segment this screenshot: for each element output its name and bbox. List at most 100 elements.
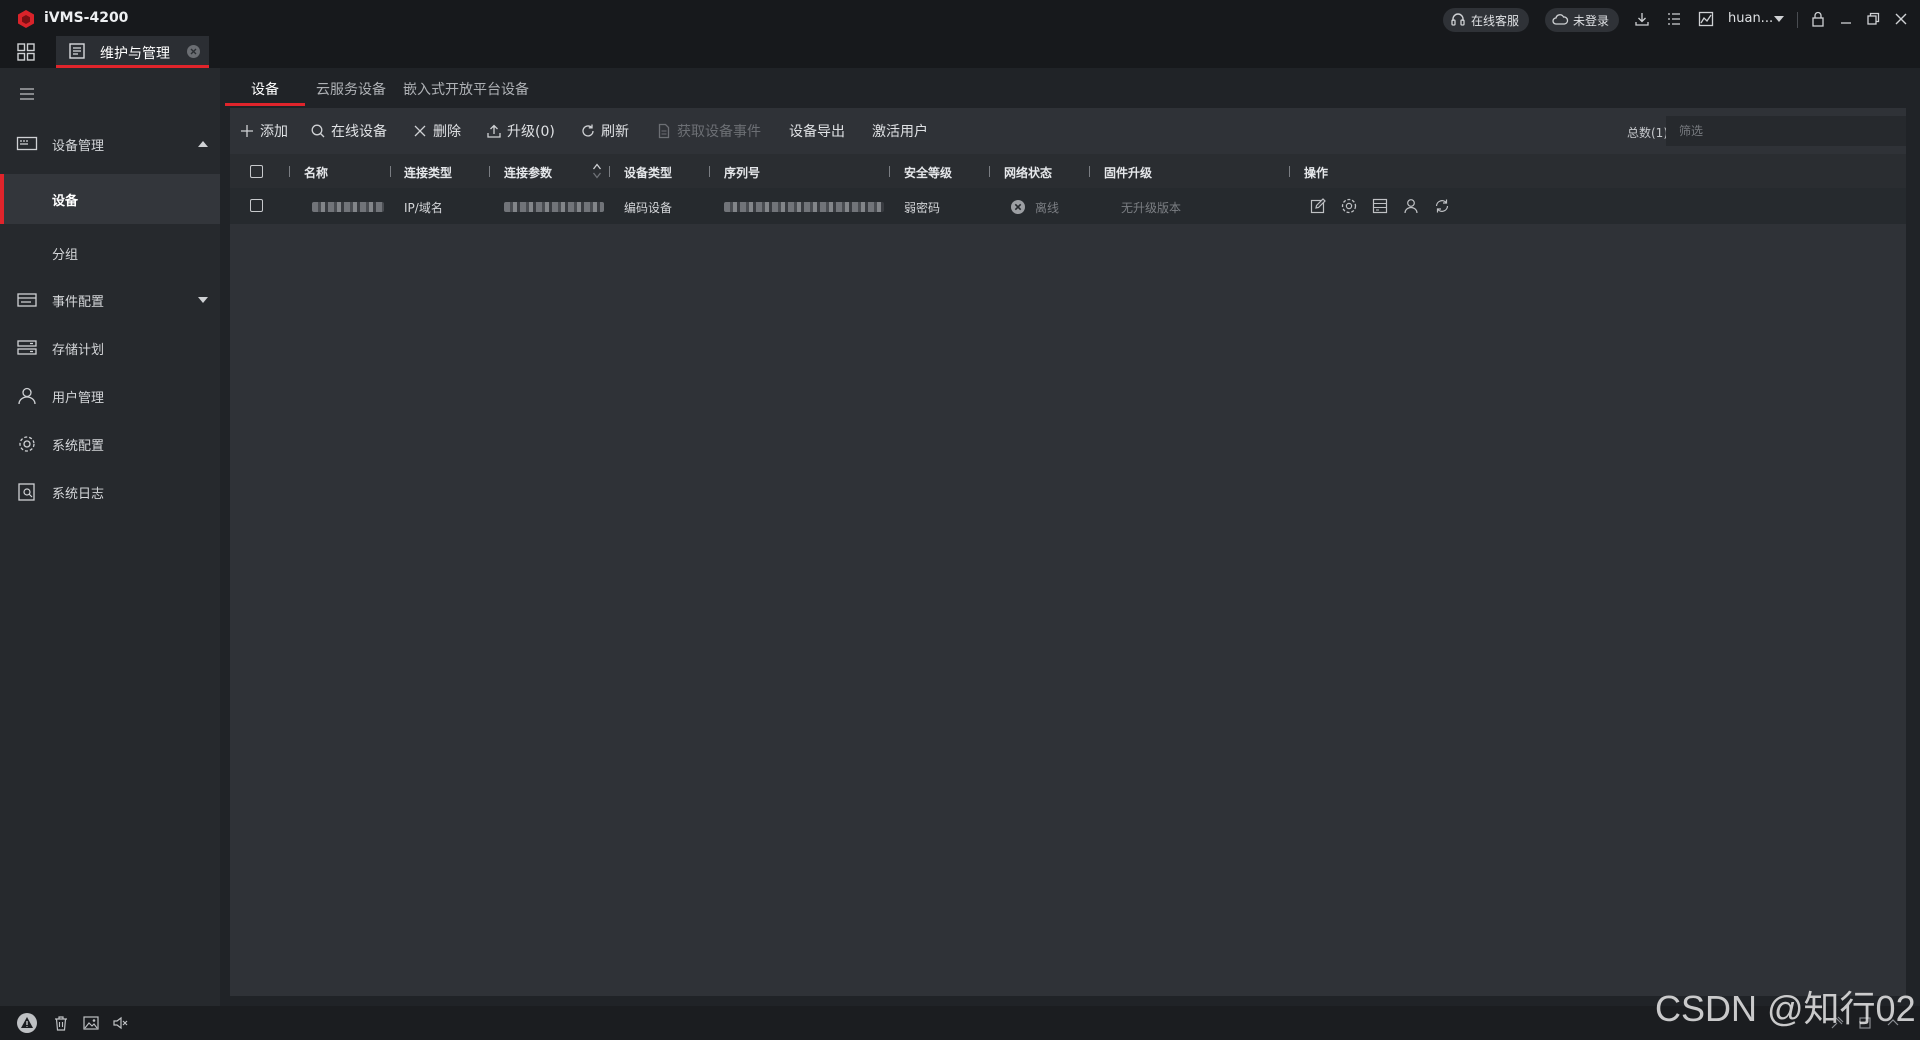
sidebar-item-system-config[interactable]: 系统配置 — [0, 422, 220, 466]
column-header-serial-number[interactable]: 序列号 — [724, 164, 760, 181]
restore-icon[interactable] — [1863, 9, 1883, 29]
sidebar-item-label: 设备 — [52, 194, 79, 209]
sidebar-item-system-log[interactable]: 系统日志 — [0, 470, 220, 514]
column-header-device-type[interactable]: 设备类型 — [624, 164, 672, 181]
user-icon[interactable] — [1402, 197, 1420, 215]
username-label[interactable]: huan... — [1728, 11, 1773, 26]
task-list-icon[interactable] — [1664, 9, 1684, 29]
sidebar-item-event-config[interactable]: 事件配置 — [0, 278, 220, 322]
upgrade-button[interactable]: 升级(0) — [486, 120, 555, 142]
device-management-icon — [16, 136, 38, 151]
column-header-connection-params[interactable]: 连接参数 — [504, 164, 552, 181]
column-header-security-level[interactable]: 安全等级 — [904, 164, 952, 181]
activate-user-label: 激活用户 — [872, 124, 928, 140]
sidebar-item-device[interactable]: 设备 — [0, 174, 220, 224]
offline-status-icon — [1011, 200, 1025, 214]
delete-button[interactable]: 删除 — [412, 120, 461, 142]
trash-icon[interactable] — [52, 1014, 70, 1032]
cell-device-type: 编码设备 — [624, 201, 673, 215]
tab-embedded-platform-device[interactable]: 嵌入式开放平台设备 — [403, 79, 529, 99]
column-header-name[interactable]: 名称 — [304, 164, 328, 181]
tab-device[interactable]: 设备 — [251, 79, 279, 99]
tab-strip — [0, 38, 1920, 68]
user-icon — [18, 387, 36, 405]
storage-icon — [17, 340, 37, 355]
column-header-firmware-upgrade[interactable]: 固件升级 — [1104, 164, 1152, 181]
download-icon[interactable] — [1632, 9, 1652, 29]
plus-icon — [241, 125, 253, 137]
column-divider — [1289, 166, 1290, 177]
row-checkbox[interactable] — [250, 199, 263, 212]
refresh-icon[interactable] — [1433, 197, 1451, 215]
remote-config-icon[interactable] — [1371, 197, 1389, 215]
expand-caret-icon[interactable] — [198, 297, 208, 303]
edit-icon[interactable] — [1309, 197, 1327, 215]
sidebar-item-storage-schedule[interactable]: 存储计划 — [0, 326, 220, 370]
cloud-login-button[interactable]: 未登录 — [1545, 8, 1620, 32]
table-row[interactable]: IP/域名 编码设备 弱密码 离线 无升级版本 — [230, 188, 1906, 224]
table-header: 名称 连接类型 连接参数 设备类型 序列号 安全等级 网络状态 固件升级 操作 — [230, 154, 1906, 188]
add-button[interactable]: 添加 — [239, 120, 288, 142]
sort-icon[interactable] — [592, 162, 602, 180]
sidebar-item-label: 系统日志 — [52, 487, 105, 502]
gear-icon[interactable] — [1340, 197, 1358, 215]
sidebar-item-label: 用户管理 — [52, 391, 105, 406]
tab-maintenance-management[interactable]: 维护与管理 — [56, 36, 209, 68]
lock-icon[interactable] — [1808, 9, 1828, 29]
app-title: iVMS-4200 — [44, 10, 129, 26]
column-header-network-status[interactable]: 网络状态 — [1004, 164, 1052, 181]
online-devices-button[interactable]: 在线设备 — [310, 120, 387, 142]
refresh-button[interactable]: 刷新 — [580, 120, 629, 142]
redacted-connection-params — [504, 202, 604, 212]
column-divider — [489, 166, 490, 177]
total-count: 总数(1) — [1627, 126, 1668, 140]
image-icon[interactable] — [82, 1014, 100, 1032]
redacted-serial-number — [724, 202, 884, 212]
user-dropdown-caret-icon[interactable] — [1774, 16, 1784, 22]
sidebar-item-group[interactable]: 分组 — [0, 228, 220, 278]
column-header-operation: 操作 — [1304, 166, 1329, 180]
gear-icon — [19, 436, 35, 452]
document-icon — [658, 123, 670, 139]
select-all-checkbox[interactable] — [250, 165, 263, 178]
filter-input[interactable] — [1666, 116, 1906, 146]
close-window-icon[interactable] — [1891, 9, 1911, 29]
device-export-button[interactable]: 设备导出 — [789, 120, 845, 142]
sidebar-item-device-management[interactable]: 设备管理 — [0, 122, 220, 166]
system-log-icon — [18, 483, 35, 501]
refresh-icon — [582, 124, 594, 137]
event-config-icon — [17, 293, 37, 307]
get-device-events-button[interactable]: 获取设备事件 — [656, 120, 761, 142]
headset-icon — [1451, 13, 1465, 26]
divider — [1797, 12, 1798, 28]
sidebar-item-label: 系统配置 — [52, 439, 105, 454]
tab-close-icon[interactable] — [186, 44, 201, 59]
device-type-tabs: 设备 云服务设备 嵌入式开放平台设备 — [220, 68, 1920, 106]
online-service-button[interactable]: 在线客服 — [1443, 8, 1530, 32]
toolbar: 添加 在线设备 删除 升级(0) 刷新 获取设备事件 设备导出 激活用户 总数(… — [230, 108, 1906, 154]
status-bar — [0, 1006, 1920, 1040]
cell-security-level: 弱密码 — [904, 201, 941, 215]
maintenance-icon — [69, 43, 85, 59]
active-tab-indicator — [225, 103, 305, 106]
not-logged-in-label: 未登录 — [1573, 13, 1610, 28]
system-monitor-icon[interactable] — [1696, 9, 1716, 29]
minimize-icon[interactable] — [1836, 9, 1856, 29]
column-header-connection-type[interactable]: 连接类型 — [404, 164, 452, 181]
apps-grid-icon[interactable] — [16, 42, 36, 62]
sidebar-item-user-management[interactable]: 用户管理 — [0, 374, 220, 418]
device-panel: 添加 在线设备 删除 升级(0) 刷新 获取设备事件 设备导出 激活用户 总数(… — [230, 108, 1906, 996]
activate-user-button[interactable]: 激活用户 — [872, 120, 928, 142]
warning-icon[interactable] — [16, 1012, 38, 1034]
cloud-icon — [1552, 14, 1569, 25]
title-bar: iVMS-4200 在线客服 未登录 huan... — [0, 0, 1920, 38]
menu-toggle-icon[interactable] — [18, 86, 36, 102]
column-divider — [609, 166, 610, 177]
collapse-caret-icon[interactable] — [198, 141, 208, 147]
upgrade-label: 升级(0) — [507, 124, 555, 140]
tab-cloud-device[interactable]: 云服务设备 — [316, 79, 386, 99]
add-label: 添加 — [260, 124, 288, 140]
mute-icon[interactable] — [111, 1014, 129, 1032]
cell-connection-type: IP/域名 — [404, 201, 443, 215]
main-content: 设备 云服务设备 嵌入式开放平台设备 添加 在线设备 删除 升级(0) 刷新 获… — [220, 68, 1920, 1006]
